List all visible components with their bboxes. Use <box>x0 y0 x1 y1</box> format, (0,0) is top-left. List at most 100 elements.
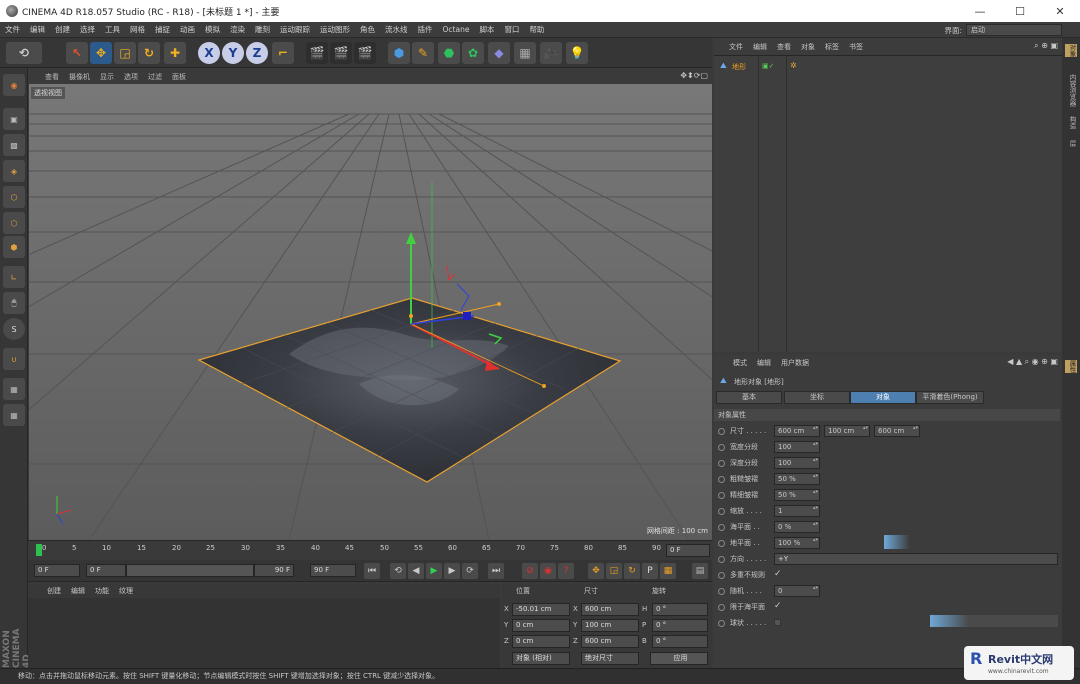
next-frame-icon[interactable]: ▶ <box>444 563 460 579</box>
rotate-icon[interactable]: ↻ <box>138 42 160 64</box>
prev-key-icon[interactable]: ⟲ <box>390 563 406 579</box>
size-y-input[interactable]: 100 cm <box>824 425 870 437</box>
tab-layers[interactable]: 层 <box>1065 140 1077 147</box>
depth-segments-input[interactable]: 100 <box>774 457 820 469</box>
object-name[interactable]: 地形 <box>732 62 746 72</box>
deformer-icon[interactable]: ◆ <box>488 42 510 64</box>
menu-select[interactable]: 选择 <box>75 24 100 35</box>
texture-mode-icon[interactable]: ▩ <box>3 134 25 156</box>
vp-menu-cameras[interactable]: 摄像机 <box>64 72 95 82</box>
tab-object[interactable]: 对象 <box>850 391 916 404</box>
menu-mograph[interactable]: 运动图形 <box>315 24 355 35</box>
width-segments-input[interactable]: 100 <box>774 441 820 453</box>
keyframe-selection-icon[interactable]: ? <box>558 563 574 579</box>
size-z-input[interactable]: 600 cm <box>874 425 920 437</box>
timeline-scheme-icon[interactable]: ▤ <box>692 563 708 579</box>
workplane-icon[interactable]: ▦ <box>3 378 25 400</box>
menu-tools[interactable]: 工具 <box>100 24 125 35</box>
vp-menu-options[interactable]: 选项 <box>119 72 143 82</box>
goto-end-icon[interactable]: ⏭ <box>488 563 504 579</box>
om-menu-bookmarks[interactable]: 书签 <box>844 42 868 52</box>
fine-wrinkle-input[interactable]: 50 % <box>774 489 820 501</box>
menu-snap[interactable]: 捕捉 <box>150 24 175 35</box>
record-keys-icon[interactable]: ⊘ <box>522 563 538 579</box>
preview-range-slider[interactable] <box>126 564 254 577</box>
dropdown-gradient[interactable] <box>930 615 1058 627</box>
position-y-field[interactable]: 0 cm <box>512 619 570 632</box>
menu-file[interactable]: 文件 <box>0 24 25 35</box>
limit-sea-level-checkbox[interactable]: ✓ <box>774 601 782 611</box>
rotation-p-field[interactable]: 0 ° <box>652 619 708 632</box>
key-pla-icon[interactable]: ▦ <box>660 563 676 579</box>
points-mode-icon[interactable]: ⬡ <box>3 186 25 208</box>
current-frame-field[interactable]: 0 F <box>666 544 710 557</box>
light-icon[interactable]: 💡 <box>566 42 588 64</box>
move-icon[interactable]: ✥ <box>90 42 112 64</box>
multifractal-checkbox[interactable]: ✓ <box>774 569 782 579</box>
tab-basic[interactable]: 基本 <box>716 391 782 404</box>
menu-character[interactable]: 角色 <box>355 24 380 35</box>
scale-input[interactable]: 1 <box>774 505 820 517</box>
menu-window[interactable]: 窗口 <box>499 24 524 35</box>
visibility-check-icon[interactable]: ▣✓ <box>762 62 774 70</box>
axis-mode-icon[interactable]: ∟ <box>3 266 25 288</box>
key-param-icon[interactable]: P <box>642 563 658 579</box>
anim-dot[interactable] <box>718 444 725 451</box>
anim-dot[interactable] <box>718 620 725 627</box>
menu-octane[interactable]: Octane <box>438 25 475 34</box>
menu-create[interactable]: 创建 <box>50 24 75 35</box>
object-row-terrain[interactable]: ⛰ 地形 ▣✓ ✲ <box>714 61 1062 73</box>
vp-menu-view[interactable]: 查看 <box>40 72 64 82</box>
scale-icon[interactable]: ◲ <box>114 42 136 64</box>
start-frame-field[interactable]: 0 F <box>34 564 80 577</box>
tab-coord[interactable]: 坐标 <box>784 391 850 404</box>
om-menu-file[interactable]: 文件 <box>724 42 748 52</box>
tweak-mode-icon[interactable]: 🖱 <box>3 292 25 314</box>
cube-icon[interactable]: ⬢ <box>388 42 410 64</box>
apply-button[interactable]: 应用 <box>650 652 708 665</box>
anim-dot[interactable] <box>718 540 725 547</box>
size-y-field[interactable]: 100 cm <box>581 619 639 632</box>
locked-workplane-icon[interactable]: ▦ <box>3 404 25 426</box>
goto-start-icon[interactable]: ⏮ <box>364 563 380 579</box>
anim-dot[interactable] <box>718 460 725 467</box>
tab-objects[interactable]: 对象 <box>1065 44 1077 57</box>
size-x-input[interactable]: 600 cm <box>774 425 820 437</box>
orientation-select[interactable]: +Y <box>774 553 1058 565</box>
am-menu-userdata[interactable]: 用户数据 <box>776 358 814 368</box>
make-editable-icon[interactable]: ◉ <box>3 74 25 96</box>
subdivision-surface-icon[interactable]: ⬣ <box>438 42 460 64</box>
mat-menu-create[interactable]: 创建 <box>42 586 66 596</box>
key-rotation-icon[interactable]: ↻ <box>624 563 640 579</box>
menu-script[interactable]: 脚本 <box>474 24 499 35</box>
floor-icon[interactable]: ▦ <box>514 42 536 64</box>
next-key-icon[interactable]: ⟳ <box>462 563 478 579</box>
menu-sculpt[interactable]: 雕刻 <box>250 24 275 35</box>
y-axis-lock-icon[interactable]: Y <box>222 42 244 64</box>
position-z-field[interactable]: 0 cm <box>512 635 570 648</box>
am-menu-edit[interactable]: 编辑 <box>752 358 776 368</box>
menu-help[interactable]: 帮助 <box>524 24 549 35</box>
size-z-field[interactable]: 600 cm <box>581 635 639 648</box>
maximize-button[interactable]: ☐ <box>1000 0 1040 22</box>
coords-size-mode-select[interactable]: 绝对尺寸 <box>581 652 639 665</box>
perspective-viewport[interactable]: 透视视图 网格间距 : 100 cm <box>29 84 712 540</box>
om-menu-tags[interactable]: 标签 <box>820 42 844 52</box>
size-x-field[interactable]: 600 cm <box>581 603 639 616</box>
model-mode-icon[interactable]: ▣ <box>3 108 25 130</box>
key-position-icon[interactable]: ✥ <box>588 563 604 579</box>
menu-animate[interactable]: 动画 <box>175 24 200 35</box>
om-menu-objects[interactable]: 对象 <box>796 42 820 52</box>
menu-mesh[interactable]: 网格 <box>125 24 150 35</box>
render-settings-icon[interactable]: 🎬 <box>354 42 376 64</box>
object-list[interactable]: ⛰ 地形 ▣✓ ✲ <box>714 56 1062 352</box>
magnet-icon[interactable]: ∪ <box>3 348 25 370</box>
tab-phong[interactable]: 平滑着色(Phong) <box>916 391 984 404</box>
live-select-icon[interactable]: ↖ <box>66 42 88 64</box>
play-icon[interactable]: ▶ <box>426 563 442 579</box>
anim-dot[interactable] <box>718 588 725 595</box>
am-nav-icons[interactable]: ◀ ▲ ⌕ ◉ ⊕ ▣ <box>1007 357 1058 367</box>
anim-dot[interactable] <box>718 604 725 611</box>
snap-icon[interactable]: S <box>3 318 25 340</box>
layout-select[interactable]: 启动 <box>966 24 1062 36</box>
